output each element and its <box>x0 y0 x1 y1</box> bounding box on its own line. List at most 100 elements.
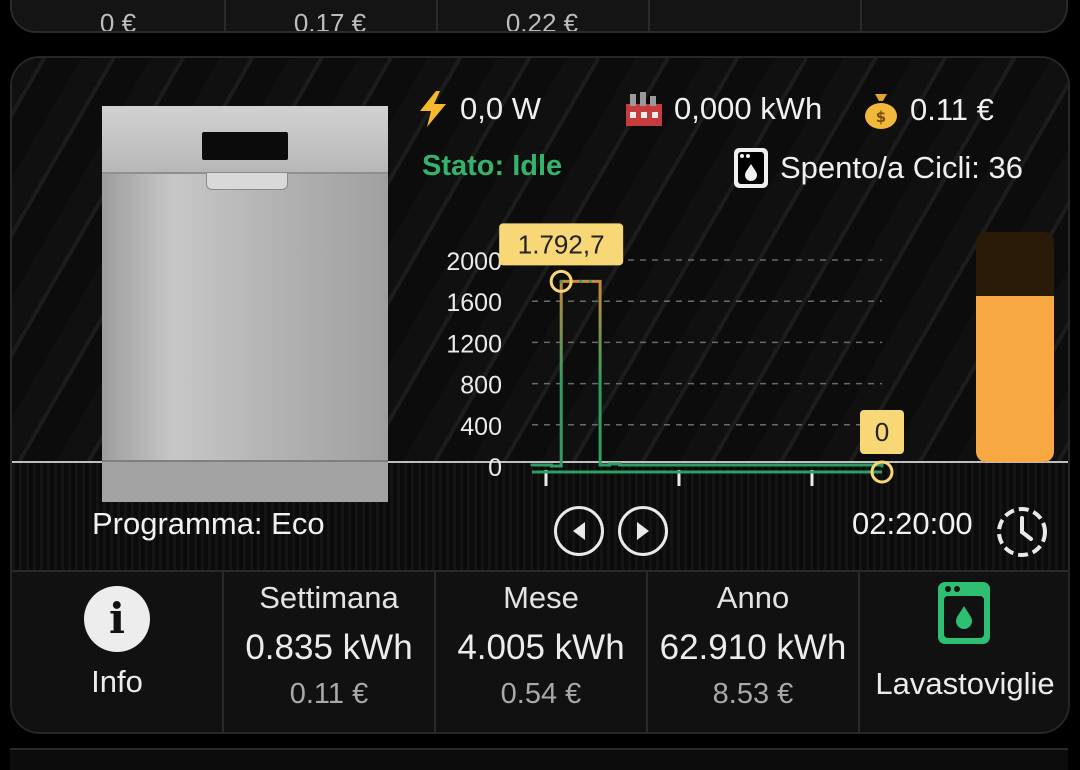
dishwasher-image <box>102 106 388 502</box>
month-cost: 0.54 € <box>500 678 582 710</box>
data-point <box>783 463 787 467</box>
top-strip-value: 0.17 € <box>293 8 367 33</box>
data-point <box>841 463 845 467</box>
cost-value: 0.11 € <box>910 92 994 127</box>
week-kwh: 0.835 kWh <box>245 628 413 667</box>
data-point <box>598 463 602 467</box>
data-point <box>773 463 777 467</box>
data-point <box>734 463 738 467</box>
data-point <box>831 463 835 467</box>
stats-row: i Info Settimana 0.835 kWh 0.11 € Mese 4… <box>12 570 1068 732</box>
data-point <box>588 279 592 283</box>
week-cost: 0.11 € <box>289 678 369 710</box>
year-tile[interactable]: Anno 62.910 kWh 8.53 € <box>648 572 860 732</box>
data-point <box>540 463 544 467</box>
data-point <box>608 462 612 466</box>
data-point <box>861 463 865 467</box>
y-tick-label: 1200 <box>446 330 502 358</box>
lightning-icon <box>420 91 446 127</box>
info-tile[interactable]: i Info <box>12 572 224 732</box>
top-strip-cell <box>648 0 862 31</box>
top-strip-value: 0.22 € <box>505 8 579 33</box>
device-label: Lavastoviglie <box>875 666 1055 701</box>
info-icon: i <box>84 586 150 652</box>
data-point <box>880 464 884 468</box>
data-point <box>763 463 767 467</box>
week-title: Settimana <box>259 580 399 615</box>
week-tile[interactable]: Settimana 0.835 kWh 0.11 € <box>224 572 436 732</box>
info-label: Info <box>91 664 143 699</box>
level-bar-fill <box>976 296 1054 462</box>
data-point <box>754 463 758 467</box>
factory-icon <box>626 92 662 126</box>
data-point <box>802 463 806 467</box>
cost-stat: $ 0.11 € <box>862 90 994 130</box>
data-point <box>724 463 728 467</box>
level-bar <box>976 232 1054 462</box>
dishwasher-card: 0,0 W 0,000 kWh $ 0.11 € Stato: Idle Spe… <box>10 56 1070 734</box>
top-strip-cell: 0.17 € <box>224 0 438 31</box>
last-value-label: 0 <box>875 417 889 447</box>
top-strip-cell: 0 € <box>12 0 226 31</box>
data-point <box>579 279 583 283</box>
timer-icon[interactable] <box>994 504 1050 560</box>
svg-text:$: $ <box>876 108 886 126</box>
cycles-stat: Spento/a Cicli: 36 <box>732 146 1023 190</box>
device-tile[interactable]: Lavastoviglie <box>860 572 1068 732</box>
door-handle <box>206 172 288 190</box>
data-point <box>686 463 690 467</box>
data-point <box>647 463 651 467</box>
data-point <box>549 464 553 468</box>
next-card-strip <box>10 748 1068 770</box>
y-tick-label: 2000 <box>446 248 502 276</box>
year-cost: 8.53 € <box>712 678 794 710</box>
energy-stat: 0,000 kWh <box>624 90 822 128</box>
kick-plate <box>102 460 388 502</box>
month-tile[interactable]: Mese 4.005 kWh 0.54 € <box>436 572 648 732</box>
data-point <box>656 463 660 467</box>
remaining-time: 02:20:00 <box>852 506 973 541</box>
triangle-right-icon <box>637 522 649 540</box>
chart-next-button[interactable] <box>618 506 668 556</box>
previous-card-strip: 0 € 0.17 € 0.22 € <box>10 0 1068 33</box>
max-value-label: 1.792,7 <box>518 229 605 259</box>
power-value: 0,0 W <box>460 91 541 126</box>
data-point <box>715 463 719 467</box>
y-tick-label: 400 <box>460 413 502 441</box>
top-strip-cell: 0.22 € <box>436 0 650 31</box>
triangle-left-icon <box>573 522 585 540</box>
program-label: Programma: Eco <box>92 506 325 541</box>
data-point <box>793 463 796 467</box>
month-title: Mese <box>503 580 579 615</box>
cycles-value: Spento/a Cicli: 36 <box>780 150 1023 185</box>
data-point <box>676 463 680 467</box>
data-point <box>695 463 699 467</box>
dishwasher-icon <box>938 582 990 644</box>
data-point <box>812 463 816 467</box>
year-title: Anno <box>716 580 790 615</box>
series-line <box>532 279 884 468</box>
data-point <box>851 463 855 467</box>
data-point <box>559 279 563 283</box>
data-point <box>530 463 534 467</box>
power-stat: 0,0 W <box>416 90 541 128</box>
data-point <box>618 463 621 467</box>
data-point <box>627 463 631 467</box>
data-point <box>744 463 748 467</box>
money-bag-icon: $ <box>865 94 897 129</box>
data-point <box>822 463 826 467</box>
year-kwh: 62.910 kWh <box>659 628 847 667</box>
month-kwh: 4.005 kWh <box>457 628 625 667</box>
appliance-display <box>202 132 288 160</box>
power-chart: 0 400 800 1200 1600 2000 1.792,7 0 <box>446 223 904 486</box>
energy-value: 0,000 kWh <box>674 91 823 126</box>
top-strip-value: 0 € <box>99 8 137 33</box>
y-tick-label: 1600 <box>446 289 502 317</box>
y-tick-label: 800 <box>460 372 502 400</box>
chart-prev-button[interactable] <box>554 506 604 556</box>
washer-icon <box>734 148 768 188</box>
data-point <box>637 463 641 467</box>
y-tick-label: 0 <box>488 454 502 482</box>
data-point <box>666 463 670 467</box>
data-point <box>705 463 709 467</box>
